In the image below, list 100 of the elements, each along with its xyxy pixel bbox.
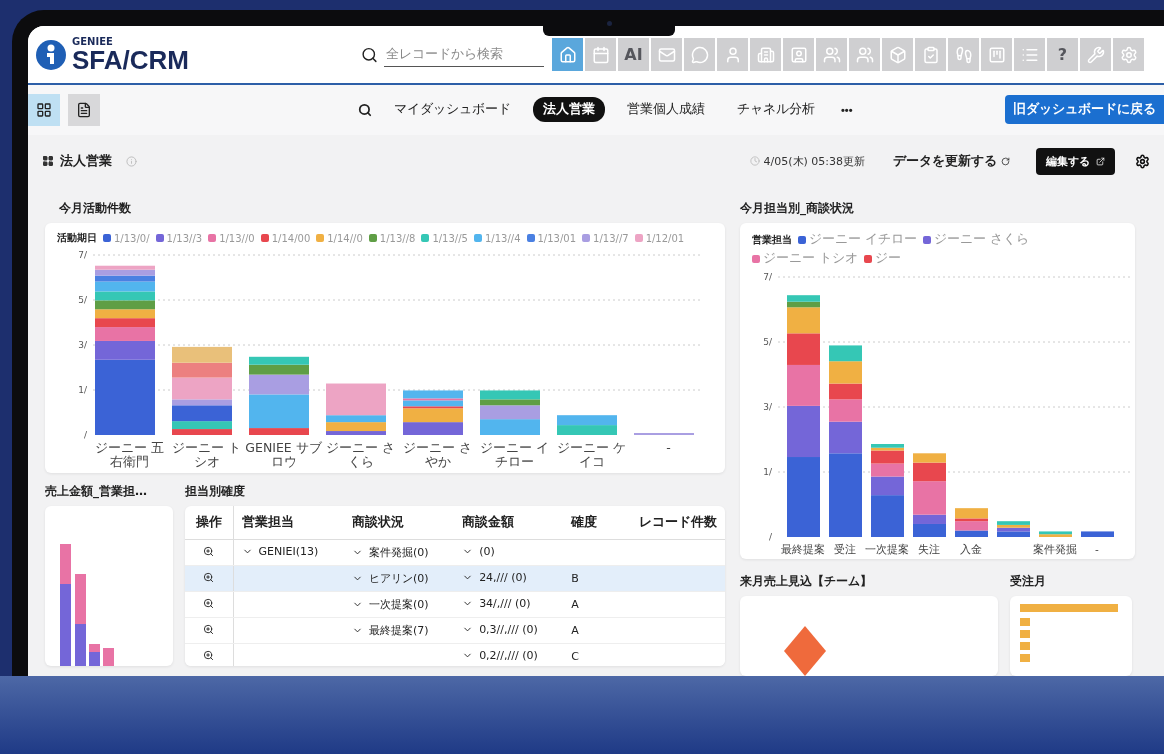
axis-label: / (768, 532, 772, 542)
column-header: 商談状況 (343, 506, 455, 540)
category-label: 入金 (960, 543, 982, 555)
mail-icon (657, 45, 676, 64)
zoom-icon[interactable] (203, 571, 215, 583)
board-icon (987, 45, 1006, 64)
table-cell: C (571, 650, 579, 663)
stacked-bar (557, 415, 617, 435)
legend-label: 1/13/0/ (114, 232, 150, 244)
legend-label: ジー (875, 250, 901, 267)
table-cell: (0) (479, 545, 495, 558)
brand-small: GENIEE (72, 36, 114, 47)
axis-label: 3/ (763, 402, 772, 412)
stacked-bar (403, 390, 463, 435)
dashboard-tab[interactable]: チャネル分析 (727, 97, 825, 123)
axis-label: 3/ (78, 340, 87, 350)
category-label: 受注 (834, 543, 856, 555)
external-link-icon (1096, 156, 1105, 166)
contact-card-icon (789, 45, 808, 64)
table-row[interactable]: 0,2//,/// (0) C (185, 643, 725, 666)
edit-button[interactable]: 編集する (1036, 147, 1115, 175)
axis-label: 7/ (763, 272, 772, 282)
table-row[interactable]: GENIEI(13) 案件発掘(0) (0) (185, 539, 725, 566)
category-label: ジーニー 五右衛門 (94, 441, 165, 470)
table-cell: 34/,/// (0) (479, 597, 531, 610)
toolbar-button[interactable]: AI (618, 38, 649, 72)
axis-label: 1/ (78, 385, 87, 395)
zoom-icon[interactable] (203, 623, 215, 635)
table-cell: 0,2//,/// (0) (479, 649, 538, 662)
stacked-bar (1081, 531, 1114, 537)
home-icon (558, 45, 577, 64)
toolbar-button[interactable] (552, 38, 583, 72)
more-button[interactable]: ••• (837, 103, 857, 116)
table-row[interactable]: ヒアリン(0) 24,/// (0) B (185, 565, 725, 592)
category-label: 最終提案 (781, 543, 825, 555)
toolbar-button[interactable]: ? (1047, 38, 1078, 72)
category-label: - (665, 441, 672, 457)
old-dashboard-button[interactable]: 旧ダッシュボードに戻る (1005, 95, 1164, 125)
chart-title: 今月担当別_商談状況 (740, 200, 855, 217)
legend-label: 1/13/01 (537, 232, 577, 244)
chart-title: 売上金額_営業担… (45, 483, 148, 500)
dashboard-tab[interactable]: 法人営業 (533, 97, 605, 123)
legend-label: ジーニー イチロー (809, 231, 917, 248)
clipboard-check-icon (921, 45, 940, 64)
axis-label: 7/ (78, 250, 87, 260)
search-field[interactable]: 全レコードから検索 (384, 42, 544, 68)
table-cell: 0,3//,/// (0) (479, 623, 538, 636)
view-toggle[interactable] (68, 93, 100, 126)
settings-icon[interactable] (1135, 153, 1150, 169)
table-row[interactable]: 一次提案(0) 34/,/// (0) A (185, 591, 725, 618)
category-label: ジーニー イチロー (479, 441, 550, 470)
legend-label: 1/14//0 (327, 232, 363, 244)
legend-label: 1/13//3 (166, 232, 203, 244)
category-label: 一次提案 (865, 543, 909, 555)
chart-title: 今月活動件数 (59, 200, 132, 217)
category-label: ジーニー ケイコ (556, 441, 627, 470)
chat-bubble-icon (690, 45, 709, 64)
clock-icon (749, 156, 760, 167)
zoom-icon[interactable] (203, 597, 215, 609)
chart-title: 受注月 (1010, 573, 1047, 590)
updated-time: 4/05(木) 05:38更新 (763, 153, 865, 169)
refresh-icon (1001, 156, 1010, 166)
table-cell: 一次提案(0) (368, 596, 429, 612)
zoom-icon[interactable] (203, 649, 215, 661)
brand-name: SFA/CRM (72, 46, 189, 73)
chevron-icon[interactable] (462, 572, 474, 583)
box-icon (888, 45, 907, 64)
axis-label: 5/ (78, 295, 87, 305)
category-label: GENIEE サブロウ (245, 441, 322, 470)
wrench-icon (1086, 45, 1105, 64)
legend-label: 1/13//8 (379, 232, 416, 244)
table-cell: A (571, 598, 579, 611)
zoom-icon[interactable] (203, 545, 215, 557)
legend-label: ジーニー トシオ (763, 250, 858, 267)
view-toggle[interactable] (28, 93, 60, 126)
table-row[interactable]: 最終提案(7) 0,3//,/// (0) A (185, 617, 725, 644)
people-icon (822, 45, 841, 64)
table-title: 担当別確度 (185, 483, 246, 500)
table-cell: B (571, 572, 579, 585)
grid-icon (42, 155, 54, 168)
building-icon (756, 45, 775, 64)
dashboard-tab[interactable]: マイダッシュボード (384, 97, 521, 123)
people-icon (855, 45, 874, 64)
stacked-bar (997, 521, 1030, 537)
stacked-bar (326, 383, 386, 435)
table-cell: ヒアリン(0) (368, 570, 429, 586)
refresh-button[interactable]: データを更新する (887, 151, 1016, 171)
search-icon[interactable] (358, 102, 372, 117)
category-label: ジーニー トシオ (171, 441, 242, 470)
table-cell: A (571, 624, 579, 637)
column-header: 確度 (563, 506, 614, 540)
stacked-bar (480, 390, 540, 435)
legend-label: 1/12/01 (645, 232, 685, 244)
category-label: - (1095, 543, 1099, 555)
legend-label: ジーニー さくら (934, 231, 1029, 248)
table-cell: 最終提案(7) (368, 622, 429, 638)
legend-label: 1/14/00 (271, 232, 311, 244)
legend-title: 活動期日 (57, 231, 97, 245)
legend-label: 1/13//7 (593, 232, 629, 244)
dashboard-tab[interactable]: 営業個人成績 (617, 97, 715, 123)
